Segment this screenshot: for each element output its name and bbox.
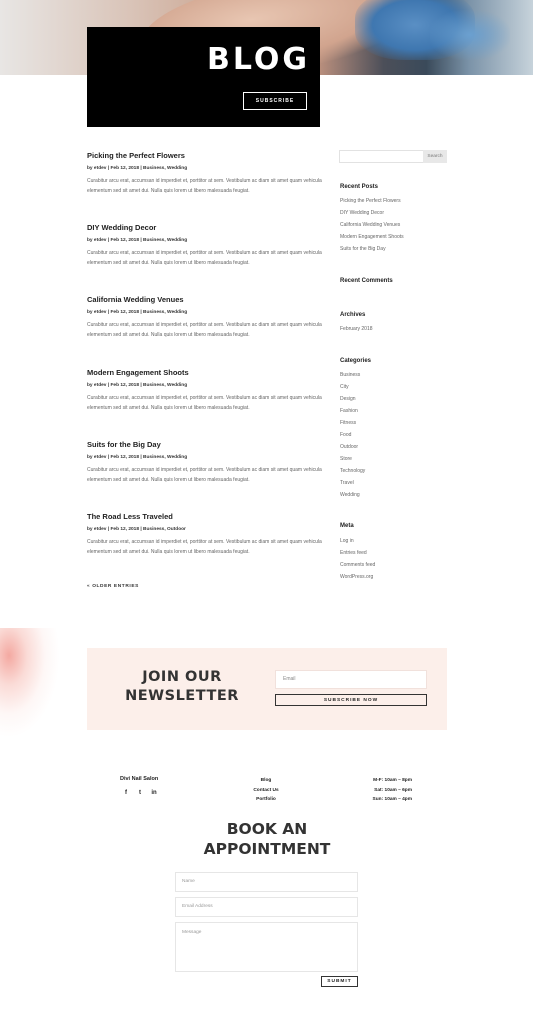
- category-link[interactable]: City: [340, 381, 365, 393]
- newsletter-title: JOIN OUR NEWSLETTER: [107, 668, 257, 706]
- recent-post-link[interactable]: California Wedding Venues: [340, 219, 404, 231]
- recent-post-link[interactable]: Modern Engagement Shoots: [340, 231, 404, 243]
- category-link[interactable]: Travel: [340, 477, 365, 489]
- post-item: Suits for the Big Day by etdev | Feb 12,…: [87, 440, 322, 485]
- post-excerpt: Curabitur arcu erat, accumsan id imperdi…: [87, 250, 322, 266]
- post-title-link[interactable]: Suits for the Big Day: [87, 440, 322, 449]
- recent-post-link[interactable]: Suits for the Big Day: [340, 243, 404, 255]
- hours-saturday: Sat: 10am – 6pm: [374, 787, 412, 793]
- post-excerpt: Curabitur arcu erat, accumsan id imperdi…: [87, 395, 322, 411]
- post-meta: by etdev | Feb 12, 2018 | Business, Wedd…: [87, 166, 188, 171]
- post-item: The Road Less Traveled by etdev | Feb 12…: [87, 512, 322, 557]
- post-excerpt: Curabitur arcu erat, accumsan id imperdi…: [87, 178, 322, 194]
- post-meta: by etdev | Feb 12, 2018 | Business, Wedd…: [87, 455, 188, 460]
- facebook-icon[interactable]: f: [123, 790, 129, 796]
- category-link[interactable]: Business: [340, 369, 365, 381]
- meta-link[interactable]: WordPress.org: [340, 571, 375, 583]
- social-links: f t in: [123, 790, 157, 796]
- post-item: Picking the Perfect Flowers by etdev | F…: [87, 151, 322, 196]
- meta-link[interactable]: Log in: [340, 535, 375, 547]
- footer-links: Blog Contact Us Portfolio: [236, 776, 296, 805]
- linkedin-icon[interactable]: in: [151, 790, 157, 796]
- post-meta: by etdev | Feb 12, 2018 | Business, Wedd…: [87, 238, 188, 243]
- post-item: California Wedding Venues by etdev | Feb…: [87, 295, 322, 340]
- appointment-title-line2: APPOINTMENT: [203, 839, 331, 858]
- recent-post-link[interactable]: DIY Wedding Decor: [340, 207, 404, 219]
- category-link[interactable]: Fitness: [340, 417, 365, 429]
- appointment-title-line1: BOOK AN: [226, 820, 308, 838]
- recent-post-link[interactable]: Picking the Perfect Flowers: [340, 195, 404, 207]
- category-link[interactable]: Design: [340, 393, 365, 405]
- post-title-link[interactable]: The Road Less Traveled: [87, 512, 322, 521]
- category-link[interactable]: Store: [340, 453, 365, 465]
- archives-title: Archives: [340, 312, 366, 318]
- decorative-splash: [0, 628, 60, 738]
- footer-link-contact[interactable]: Contact Us: [236, 786, 296, 796]
- post-title-link[interactable]: Modern Engagement Shoots: [87, 368, 322, 377]
- categories-list: Business City Design Fashion Fitness Foo…: [340, 369, 365, 501]
- post-title-link[interactable]: DIY Wedding Decor: [87, 223, 322, 232]
- post-meta: by etdev | Feb 12, 2018 | Business, Outd…: [87, 527, 186, 532]
- newsletter-title-line2: NEWSLETTER: [125, 688, 239, 704]
- meta-title: Meta: [340, 523, 354, 529]
- categories-title: Categories: [340, 358, 372, 364]
- meta-link[interactable]: Entries feed: [340, 547, 375, 559]
- submit-button[interactable]: SUBMIT: [321, 976, 358, 987]
- hero-card: BLOG SUBSCRIBE: [87, 27, 320, 127]
- newsletter-subscribe-button[interactable]: SUBSCRIBE NOW: [275, 694, 427, 706]
- hours-sunday: Sun: 10am – 4pm: [372, 797, 412, 802]
- post-title-link[interactable]: Picking the Perfect Flowers: [87, 151, 322, 160]
- post-meta: by etdev | Feb 12, 2018 | Business, Wedd…: [87, 310, 188, 315]
- search-input[interactable]: [339, 150, 424, 163]
- newsletter-title-line1: JOIN OUR: [142, 669, 222, 685]
- archives-list: February 2018: [340, 323, 373, 335]
- older-entries-link[interactable]: « OLDER ENTRIES: [87, 584, 139, 589]
- appointment-title: BOOK AN APPOINTMENT: [167, 820, 367, 859]
- newsletter-email-input[interactable]: Email: [275, 670, 427, 689]
- newsletter-section: JOIN OUR NEWSLETTER Email SUBSCRIBE NOW: [87, 648, 447, 730]
- meta-link[interactable]: Comments feed: [340, 559, 375, 571]
- post-meta: by etdev | Feb 12, 2018 | Business, Wedd…: [87, 383, 188, 388]
- archive-link[interactable]: February 2018: [340, 323, 373, 335]
- category-link[interactable]: Food: [340, 429, 365, 441]
- twitter-icon[interactable]: t: [137, 790, 143, 796]
- meta-list: Log in Entries feed Comments feed WordPr…: [340, 535, 375, 583]
- post-excerpt: Curabitur arcu erat, accumsan id imperdi…: [87, 539, 322, 555]
- opening-hours: M-F: 10am – 8pm Sat: 10am – 6pm Sun: 10a…: [352, 776, 412, 805]
- post-excerpt: Curabitur arcu erat, accumsan id imperdi…: [87, 322, 322, 338]
- category-link[interactable]: Fashion: [340, 405, 365, 417]
- page-title: BLOG: [206, 42, 310, 77]
- footer-link-blog[interactable]: Blog: [236, 776, 296, 786]
- post-title-link[interactable]: California Wedding Venues: [87, 295, 322, 304]
- recent-posts-list: Picking the Perfect Flowers DIY Wedding …: [340, 195, 404, 255]
- post-excerpt: Curabitur arcu erat, accumsan id imperdi…: [87, 467, 322, 483]
- post-item: Modern Engagement Shoots by etdev | Feb …: [87, 368, 322, 413]
- recent-comments-title: Recent Comments: [340, 278, 393, 284]
- hours-weekday: M-F: 10am – 8pm: [373, 778, 412, 783]
- search-button[interactable]: Search: [423, 150, 447, 163]
- footer-salon-name: Divi Nail Salon: [120, 776, 159, 782]
- message-field[interactable]: Message: [175, 922, 358, 972]
- hero-subscribe-button[interactable]: SUBSCRIBE: [243, 92, 307, 110]
- category-link[interactable]: Wedding: [340, 489, 365, 501]
- post-item: DIY Wedding Decor by etdev | Feb 12, 201…: [87, 223, 322, 268]
- category-link[interactable]: Outdoor: [340, 441, 365, 453]
- recent-posts-title: Recent Posts: [340, 184, 379, 190]
- category-link[interactable]: Technology: [340, 465, 365, 477]
- footer-link-portfolio[interactable]: Portfolio: [236, 795, 296, 805]
- hero-image-glove-detail: [430, 10, 510, 60]
- name-field[interactable]: Name: [175, 872, 358, 892]
- email-field[interactable]: Email Address: [175, 897, 358, 917]
